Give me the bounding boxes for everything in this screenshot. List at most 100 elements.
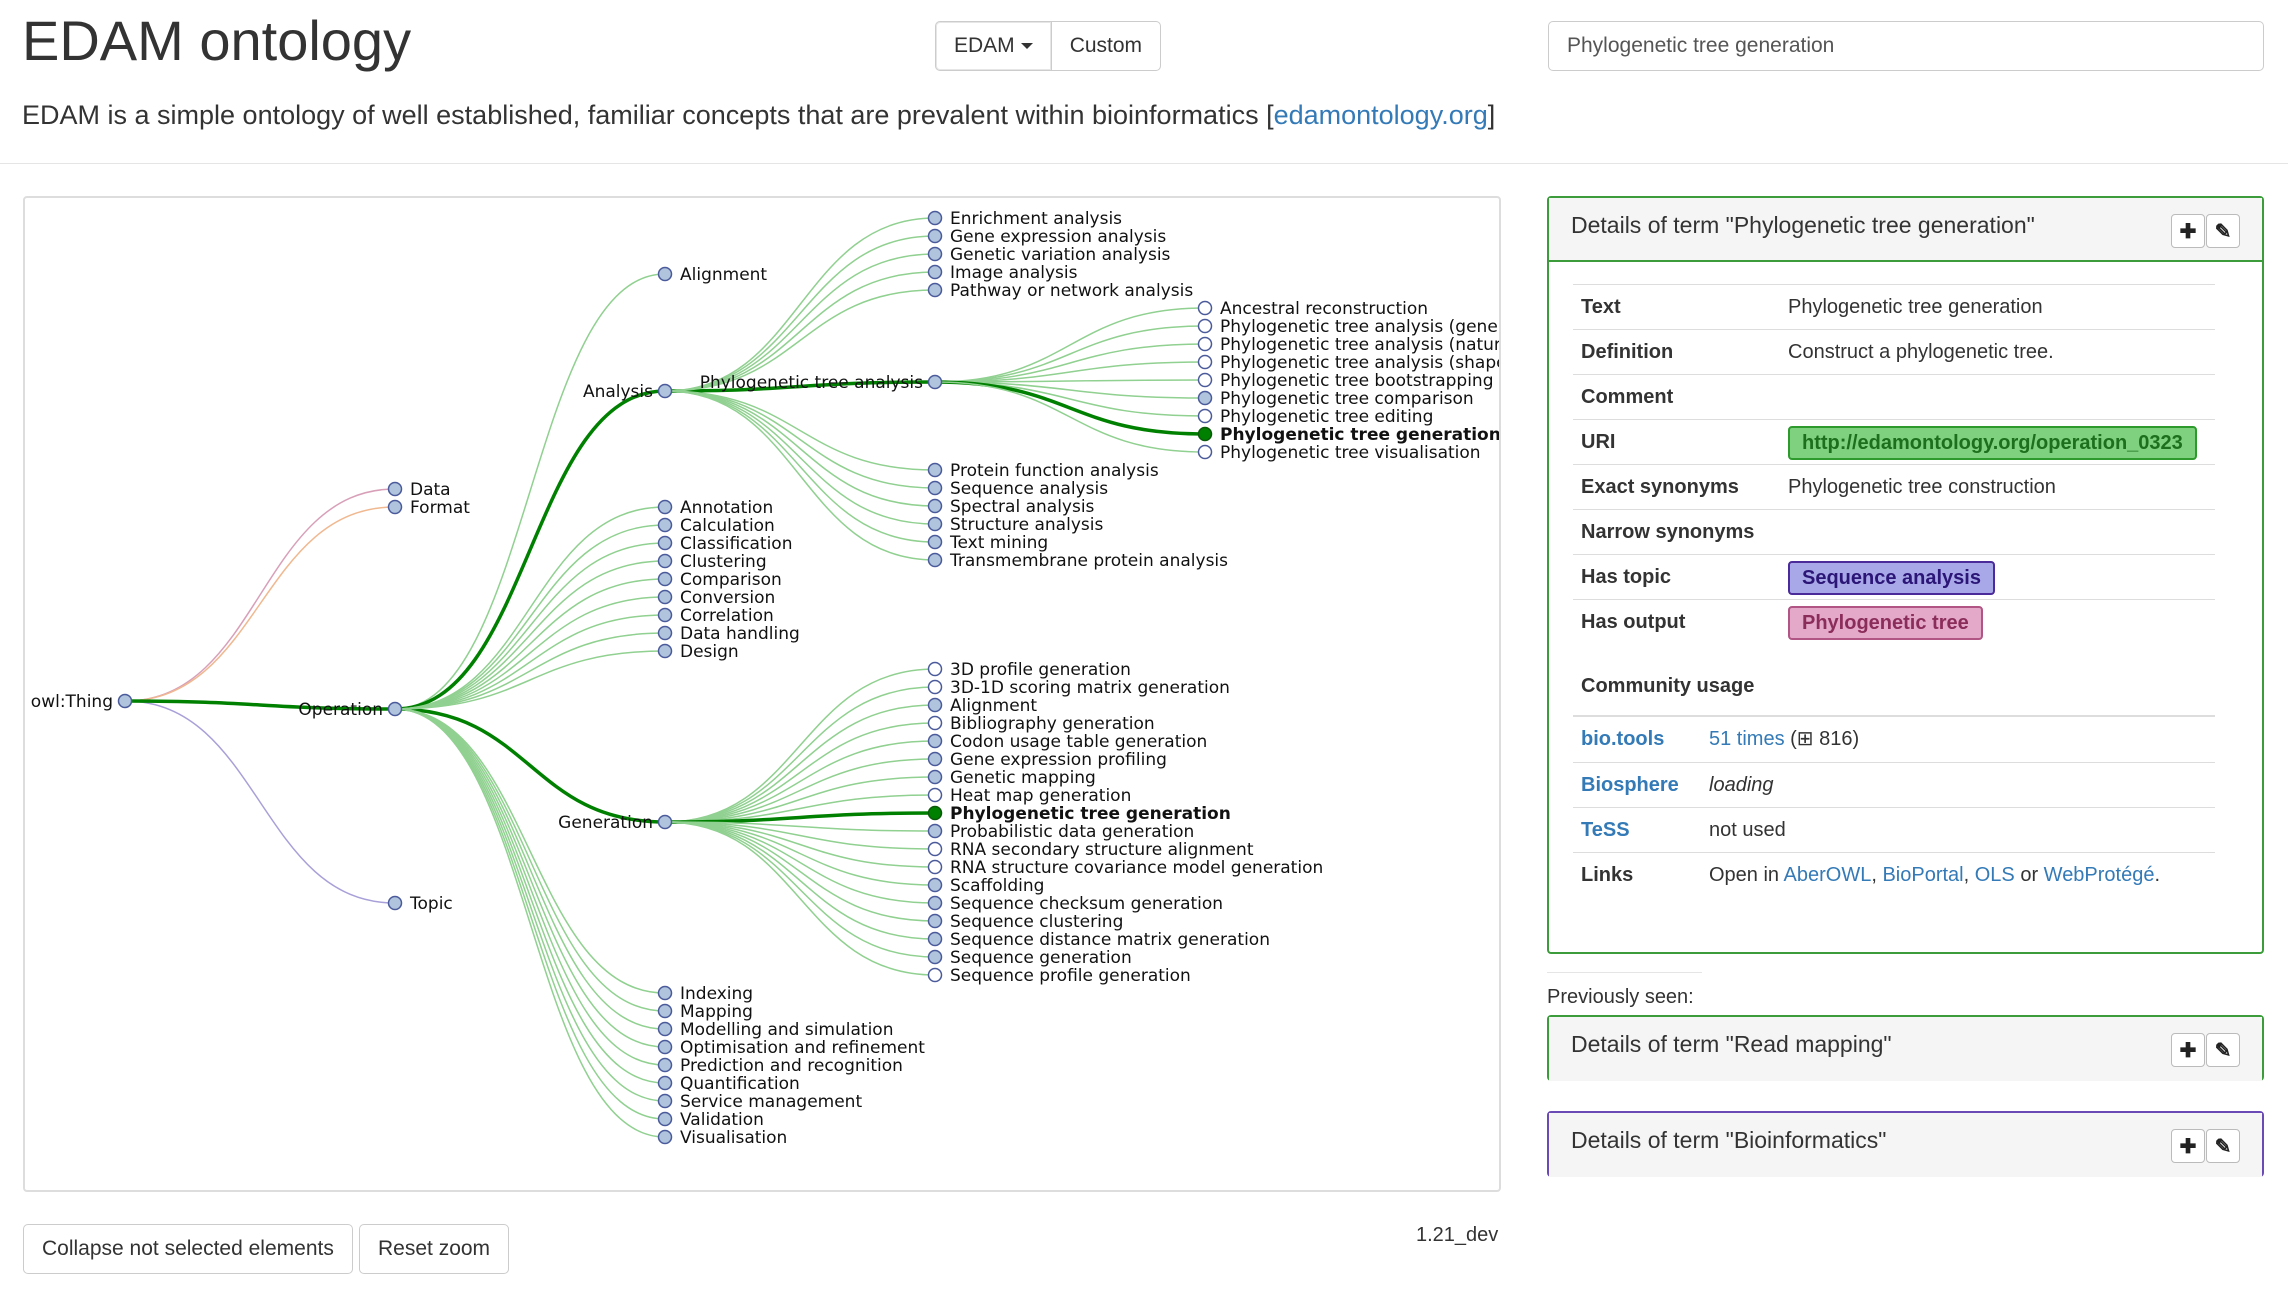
- tree-node-label[interactable]: Pathway or network analysis: [950, 281, 1193, 301]
- tree-node-phylogenetic-tree-analysis[interactable]: [927, 374, 943, 390]
- tree-node-spectral-analysis[interactable]: [927, 498, 943, 514]
- tree-node-data[interactable]: [387, 481, 403, 497]
- tree-node-label[interactable]: Protein function analysis: [950, 461, 1159, 481]
- tree-node-phylogenetic-tree-analysis-shape[interactable]: [1197, 354, 1213, 370]
- tree-node-label[interactable]: Phylogenetic tree analysis: [700, 373, 923, 393]
- tree-node-sequence-generation[interactable]: [927, 949, 943, 965]
- biotools-link[interactable]: bio.tools: [1581, 717, 1664, 761]
- tess-usage-link[interactable]: not used: [1709, 808, 1786, 852]
- tree-node-label[interactable]: Operation: [298, 700, 383, 720]
- pencil-icon[interactable]: ✎: [2206, 1129, 2240, 1163]
- tree-node-label[interactable]: Calculation: [680, 516, 775, 536]
- tree-node-label[interactable]: Transmembrane protein analysis: [949, 551, 1228, 571]
- tree-node-label[interactable]: Phylogenetic tree comparison: [1220, 389, 1474, 409]
- tree-node-label[interactable]: Comparison: [680, 570, 782, 590]
- tree-node-label[interactable]: Sequence generation: [950, 948, 1132, 968]
- tree-node-label[interactable]: Service management: [680, 1092, 862, 1112]
- tree-node-label[interactable]: 3D profile generation: [950, 660, 1131, 680]
- tree-node-label[interactable]: Probabilistic data generation: [950, 822, 1194, 842]
- tree-node-indexing[interactable]: [657, 985, 673, 1001]
- tree-node-pathway-or-network-analysis[interactable]: [927, 282, 943, 298]
- tree-node-label[interactable]: Structure analysis: [950, 515, 1103, 535]
- tree-node-conversion[interactable]: [657, 589, 673, 605]
- tree-node-protein-function-analysis[interactable]: [927, 462, 943, 478]
- tree-node-probabilistic-data-generation[interactable]: [927, 823, 943, 839]
- reset-zoom-button[interactable]: Reset zoom: [359, 1224, 510, 1274]
- tree-node-label[interactable]: Classification: [680, 534, 792, 554]
- collapse-button[interactable]: Collapse not selected elements: [23, 1224, 353, 1274]
- tree-node-optimisation-and-refinement[interactable]: [657, 1039, 673, 1055]
- tree-node-structure-analysis[interactable]: [927, 516, 943, 532]
- tree-node-sequence-distance-matrix-generation[interactable]: [927, 931, 943, 947]
- tree-node-label[interactable]: Quantification: [680, 1074, 800, 1094]
- tree-node-format[interactable]: [387, 499, 403, 515]
- tree-node-phylogenetic-tree-generation[interactable]: [1197, 426, 1213, 442]
- tess-link[interactable]: TeSS: [1581, 808, 1630, 852]
- tree-node-label[interactable]: Bibliography generation: [950, 714, 1155, 734]
- tree-node-label[interactable]: Text mining: [949, 533, 1048, 553]
- tree-node-label[interactable]: 3D-1D scoring matrix generation: [950, 678, 1230, 698]
- tree-node-scaffolding[interactable]: [927, 877, 943, 893]
- custom-button[interactable]: Custom: [1050, 21, 1162, 71]
- tree-node-codon-usage-table-generation[interactable]: [927, 733, 943, 749]
- pencil-icon[interactable]: ✎: [2206, 1033, 2240, 1067]
- tree-node-label[interactable]: Mapping: [680, 1002, 753, 1022]
- tree-node-genetic-mapping[interactable]: [927, 769, 943, 785]
- biosphere-link[interactable]: Biosphere: [1581, 763, 1679, 807]
- tree-node-phylogenetic-tree-editing[interactable]: [1197, 408, 1213, 424]
- tree-node-text-mining[interactable]: [927, 534, 943, 550]
- tree-node-mapping[interactable]: [657, 1003, 673, 1019]
- tree-node-label[interactable]: RNA secondary structure alignment: [950, 840, 1254, 860]
- tree-node-label[interactable]: Genetic mapping: [950, 768, 1096, 788]
- tree-node-label[interactable]: Visualisation: [680, 1128, 787, 1148]
- tree-node-3d-1d-scoring-matrix-generation[interactable]: [927, 679, 943, 695]
- tree-node-label[interactable]: Generation: [558, 813, 653, 833]
- tree-node-transmembrane-protein-analysis[interactable]: [927, 552, 943, 568]
- tree-node-data-handling[interactable]: [657, 625, 673, 641]
- tree-node-annotation[interactable]: [657, 499, 673, 515]
- tree-node-gene-expression-analysis[interactable]: [927, 228, 943, 244]
- tree-node-quantification[interactable]: [657, 1075, 673, 1091]
- tree-node-comparison[interactable]: [657, 571, 673, 587]
- tree-node-ancestral-reconstruction[interactable]: [1197, 300, 1213, 316]
- tree-node-label[interactable]: Sequence analysis: [950, 479, 1108, 499]
- tree-node-label[interactable]: Format: [410, 498, 470, 518]
- tree-node-label[interactable]: Scaffolding: [950, 876, 1044, 896]
- tree-node-phylogenetic-tree-analysis-natural-s[interactable]: [1197, 336, 1213, 352]
- topic-link[interactable]: Sequence analysis: [1788, 560, 1995, 595]
- tree-node-alignment[interactable]: [657, 266, 673, 282]
- output-link[interactable]: Phylogenetic tree: [1788, 605, 1983, 640]
- tree-node-label[interactable]: Analysis: [583, 382, 653, 402]
- pencil-icon[interactable]: ✎: [2206, 214, 2240, 248]
- tree-node-sequence-checksum-generation[interactable]: [927, 895, 943, 911]
- search-input[interactable]: [1548, 21, 2264, 71]
- tree-node-sequence-analysis[interactable]: [927, 480, 943, 496]
- tree-node-label[interactable]: Prediction and recognition: [680, 1056, 903, 1076]
- tree-node-gene-expression-profiling[interactable]: [927, 751, 943, 767]
- tree-node-visualisation[interactable]: [657, 1129, 673, 1145]
- tree-node-generation[interactable]: [657, 814, 673, 830]
- tree-node-modelling-and-simulation[interactable]: [657, 1021, 673, 1037]
- tree-node-heat-map-generation[interactable]: [927, 787, 943, 803]
- plus-icon[interactable]: ✚: [2171, 1129, 2205, 1163]
- tree-node-label[interactable]: Sequence checksum generation: [950, 894, 1223, 914]
- tree-node-label[interactable]: Alignment: [950, 696, 1037, 716]
- tree-node-prediction-and-recognition[interactable]: [657, 1057, 673, 1073]
- tree-node-bibliography-generation[interactable]: [927, 715, 943, 731]
- previous-term-panel-bioinformatics[interactable]: Details of term "Bioinformatics" ✚ ✎: [1547, 1111, 2264, 1177]
- tree-node-label[interactable]: Design: [680, 642, 739, 662]
- tree-node-rna-secondary-structure-alignment[interactable]: [927, 841, 943, 857]
- tree-node-classification[interactable]: [657, 535, 673, 551]
- tree-node-label[interactable]: Codon usage table generation: [950, 732, 1207, 752]
- tree-node-label[interactable]: Gene expression analysis: [950, 227, 1166, 247]
- tree-node-image-analysis[interactable]: [927, 264, 943, 280]
- tree-node-label[interactable]: Clustering: [680, 552, 767, 572]
- biotools-usage-link[interactable]: 51 times: [1709, 728, 1785, 750]
- tree-node-label[interactable]: Heat map generation: [950, 786, 1131, 806]
- tree-node-label[interactable]: Phylogenetic tree bootstrapping: [1220, 371, 1494, 391]
- tree-node-label[interactable]: Data handling: [680, 624, 800, 644]
- tree-node-label[interactable]: Ancestral reconstruction: [1220, 299, 1428, 319]
- plus-icon[interactable]: ✚: [2171, 214, 2205, 248]
- plus-icon[interactable]: ✚: [2171, 1033, 2205, 1067]
- tree-node-label[interactable]: Data: [410, 480, 451, 500]
